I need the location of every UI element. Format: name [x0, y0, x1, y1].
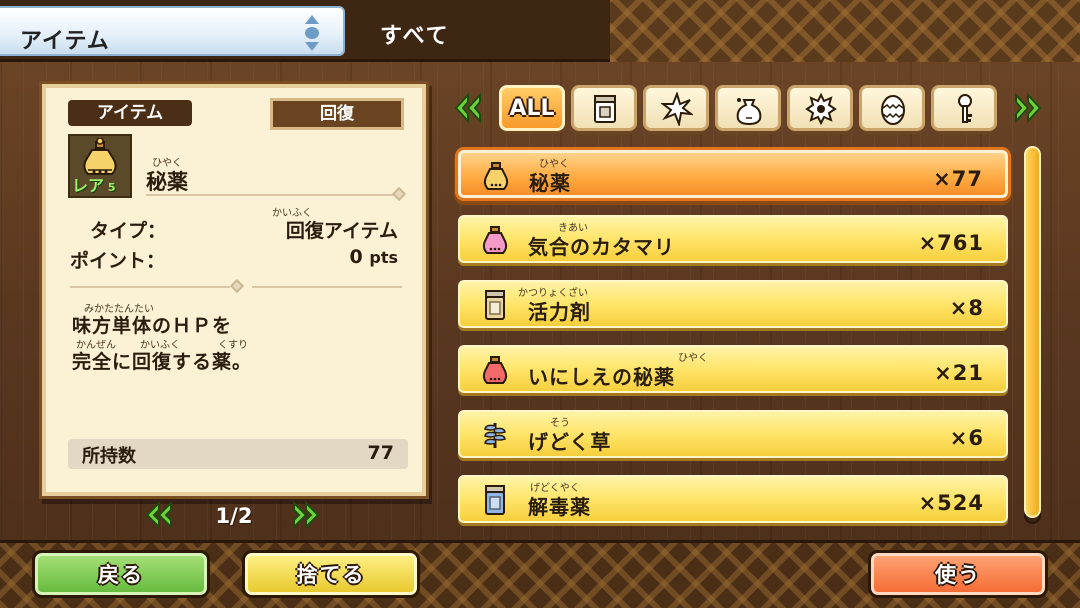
item-row-quantity: ×77	[933, 167, 983, 191]
filter-tab-bombs[interactable]	[643, 85, 709, 131]
item-row-ruby: ひやく	[678, 353, 708, 364]
filter-tab-all[interactable]: ALL	[499, 85, 565, 131]
item-row-quantity: ×6	[949, 426, 984, 450]
filter-tab-materials[interactable]	[787, 85, 853, 131]
back-button[interactable]: 戻る	[32, 550, 210, 598]
item-row-name: 秘薬	[529, 171, 571, 195]
description-line-1: 味方単体のＨＰを	[72, 315, 233, 337]
item-row-quantity: ×21	[934, 361, 984, 385]
item-icon-frame: レア 5	[68, 134, 132, 198]
burst-icon	[661, 92, 693, 126]
item-name: 秘薬	[146, 170, 188, 194]
item-row[interactable]: ひやく 秘薬 ×77	[458, 150, 1008, 198]
item-row[interactable]: かつりょくざい 活力剤 ×8	[458, 280, 1008, 328]
item-row-name: げどく草	[528, 430, 612, 454]
page-indicator: 1/2	[215, 504, 253, 528]
item-category-badge: 回復	[270, 98, 404, 130]
divider	[146, 194, 396, 196]
item-row[interactable]: ひやく いにしえの秘薬 ×21	[458, 345, 1008, 393]
sort-toggle-icon[interactable]	[302, 15, 322, 51]
jar-icon	[485, 290, 505, 320]
list-scrollbar-thumb[interactable]	[1024, 146, 1041, 518]
divider	[70, 286, 230, 288]
item-row-quantity: ×8	[949, 296, 984, 320]
tab-scroll-left-icon[interactable]	[452, 92, 482, 124]
item-row-name: 気合のカタマリ	[528, 235, 675, 259]
owned-value: 77	[367, 442, 394, 464]
type-value: 回復アイテム	[285, 220, 398, 242]
filter-tab-keys[interactable]	[931, 85, 997, 131]
item-detail-panel: アイテム 回復 レア 5 ひやく 秘薬 タイプ： かいふく 回復アイテム ポイン…	[42, 84, 426, 496]
points-label: ポイント：	[70, 250, 166, 272]
points-value: 0 pts	[349, 246, 398, 268]
category-title: すべて	[380, 24, 450, 49]
potion-box-icon	[594, 95, 616, 123]
page-next-icon[interactable]	[292, 500, 322, 530]
menu-title-tab[interactable]: アイテム	[0, 6, 345, 56]
item-row[interactable]: げどくやく 解毒薬 ×524	[458, 475, 1008, 523]
discard-button[interactable]: 捨てる	[242, 550, 420, 598]
filter-tab-pouches[interactable]	[715, 85, 781, 131]
pouch-icon	[736, 98, 762, 126]
header-pattern	[610, 0, 1080, 62]
menu-title: アイテム	[20, 29, 110, 54]
use-button[interactable]: 使う	[868, 550, 1048, 598]
page-prev-icon[interactable]	[143, 500, 173, 530]
bottle-icon	[483, 162, 509, 190]
owned-label: 所持数	[82, 446, 136, 467]
owned-count-bar: 所持数 77	[68, 439, 408, 469]
item-row[interactable]: そう げどく草 ×6	[458, 410, 1008, 458]
item-row-quantity: ×524	[918, 491, 984, 515]
divider-diamond	[391, 186, 407, 202]
detail-tag: アイテム	[68, 100, 192, 126]
key-icon	[958, 94, 972, 123]
bottle-icon	[482, 356, 508, 384]
filter-tab-eggs[interactable]	[859, 85, 925, 131]
herb-icon	[484, 423, 506, 448]
header-bar: アイテム すべて	[0, 0, 1080, 62]
rarity-label: レア 5	[72, 176, 116, 195]
item-row-name: 解毒薬	[528, 495, 591, 519]
filter-tab-jars[interactable]	[571, 85, 637, 131]
spiky-material-icon	[805, 92, 837, 126]
divider	[252, 286, 402, 288]
egg-icon	[881, 95, 905, 125]
item-row-quantity: ×761	[918, 231, 984, 255]
description-line-2: 完全に回復する薬。	[72, 351, 253, 373]
item-row[interactable]: きあい 気合のカタマリ ×761	[458, 215, 1008, 263]
bottle-icon	[482, 226, 508, 254]
jar-icon	[485, 485, 505, 515]
all-icon: ALL	[509, 96, 555, 121]
tab-scroll-right-icon[interactable]	[1014, 92, 1044, 124]
item-row-name: いにしえの秘薬	[528, 365, 675, 389]
item-row-name: 活力剤	[528, 300, 591, 324]
type-label: タイプ：	[90, 220, 167, 242]
divider-diamond	[229, 278, 245, 294]
